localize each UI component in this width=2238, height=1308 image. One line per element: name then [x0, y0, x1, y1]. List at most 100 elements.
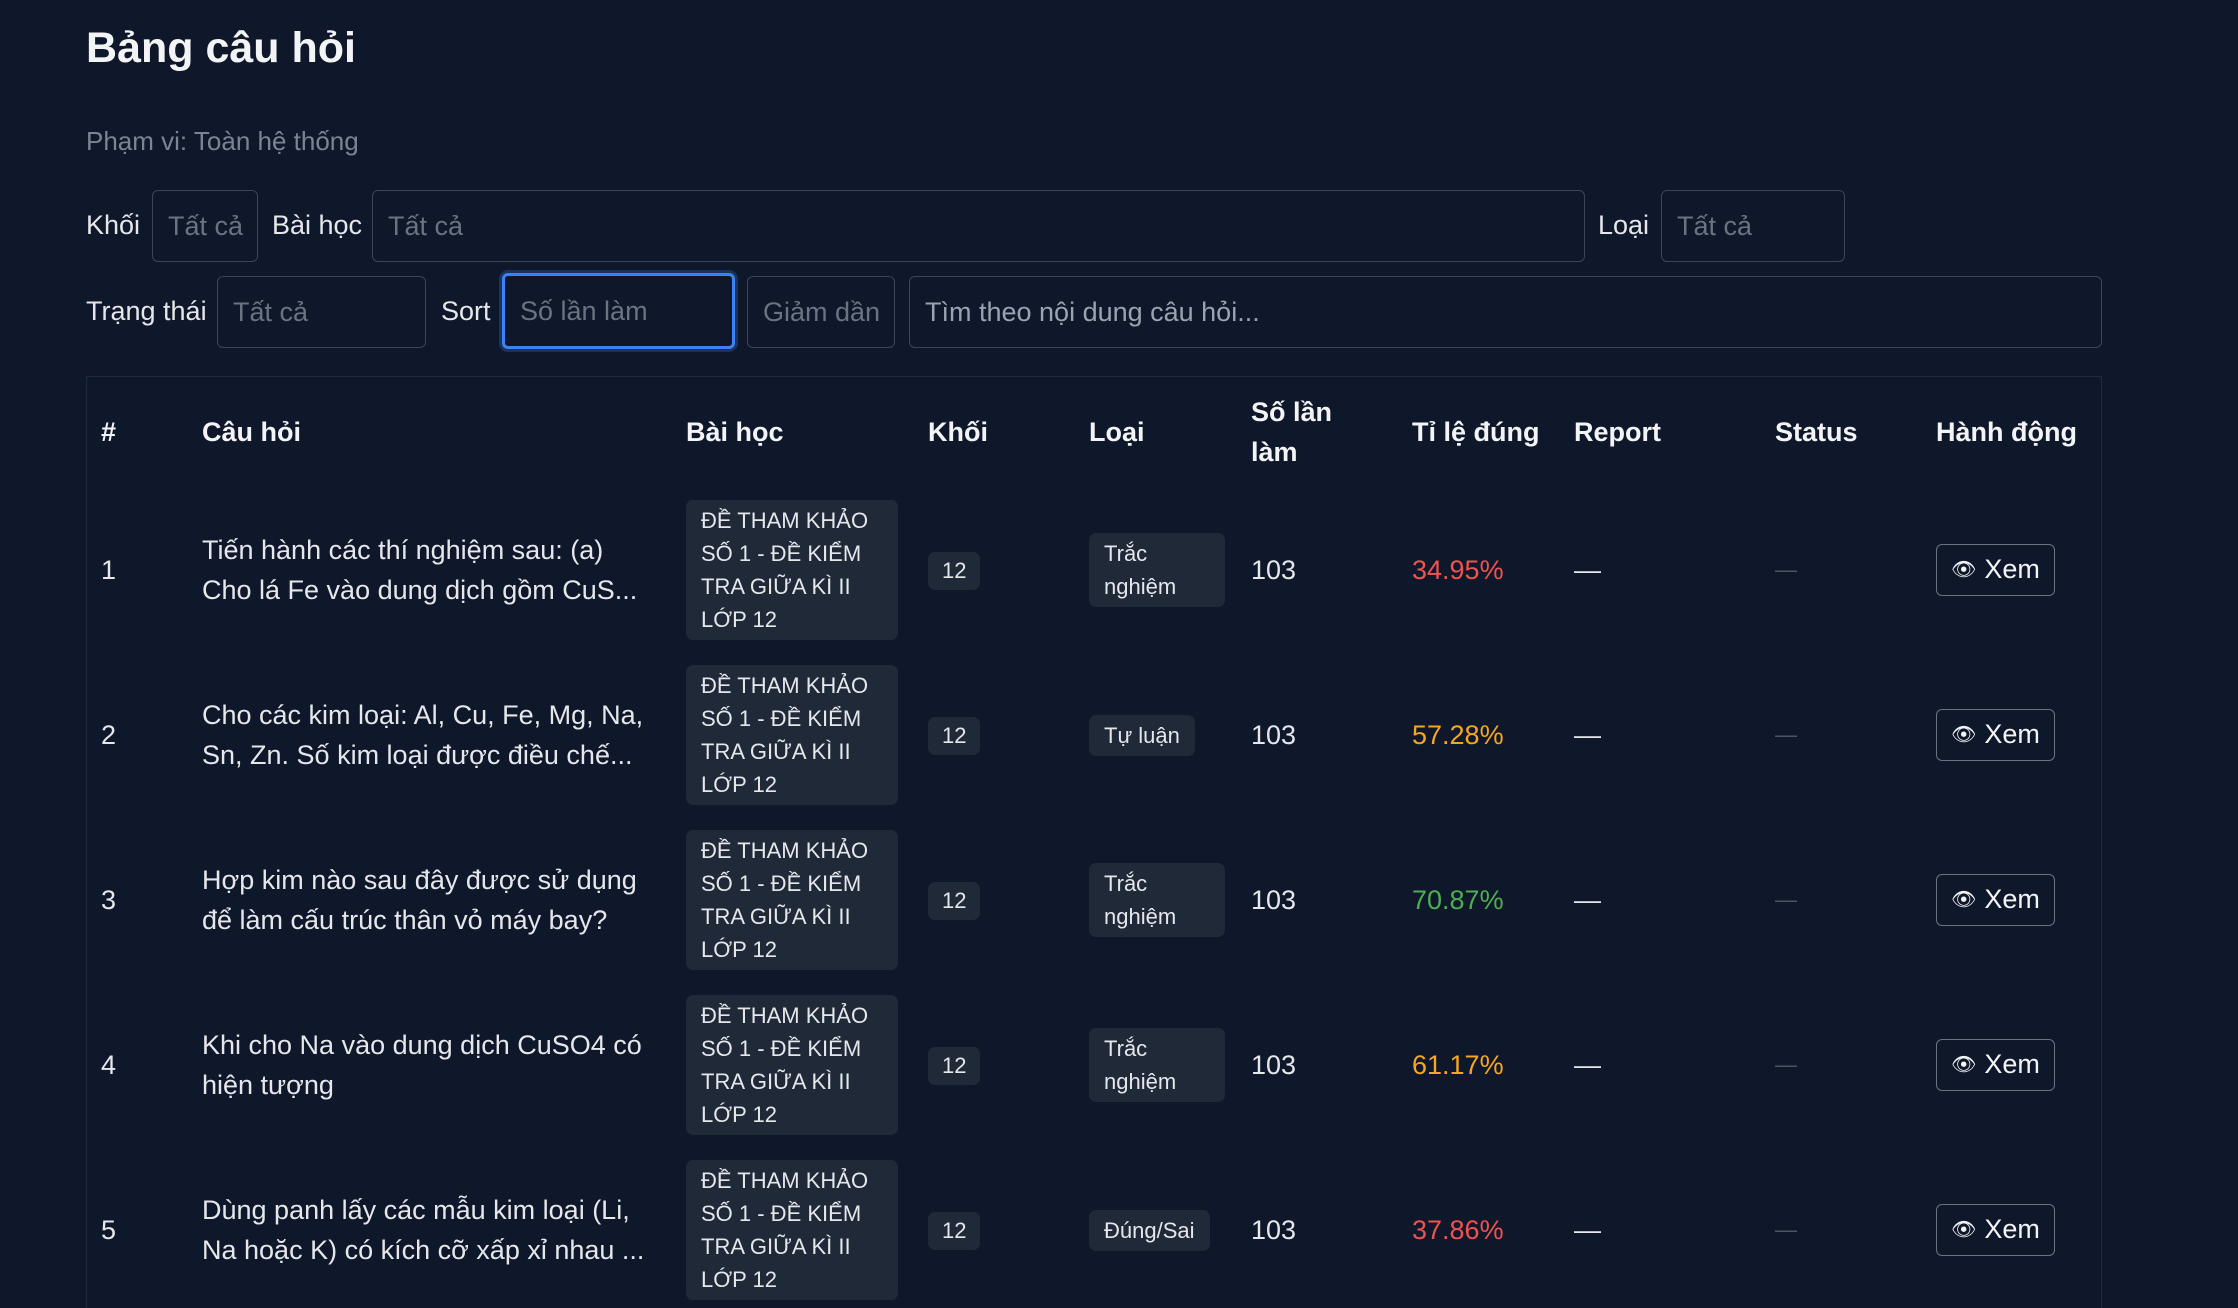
row-type: Trắc nghiệm	[1075, 487, 1237, 652]
sort-field-value: Số lần làm	[520, 295, 648, 326]
row-lesson: ĐỀ THAM KHẢO SỐ 1 - ĐỀ KIỂM TRA GIỮA KÌ …	[672, 487, 914, 652]
row-correct-rate: 61.17%	[1412, 1049, 1504, 1080]
table-row: 2 Cho các kim loại: Al, Cu, Fe, Mg, Na, …	[87, 652, 2103, 817]
row-type: Trắc nghiệm	[1075, 817, 1237, 982]
eye-icon: 👁	[1951, 1218, 1977, 1241]
grade-badge: 12	[928, 1212, 981, 1250]
row-attempts: 103	[1251, 884, 1297, 915]
view-button-label: Xem	[1984, 719, 2040, 749]
row-question[interactable]: Cho các kim loại: Al, Cu, Fe, Mg, Na, Sn…	[188, 652, 672, 817]
row-index: 2	[101, 719, 117, 750]
type-filter-value: Tất cả	[1677, 210, 1753, 241]
lesson-badge: ĐỀ THAM KHẢO SỐ 1 - ĐỀ KIỂM TRA GIỮA KÌ …	[686, 499, 898, 640]
header-question: Câu hỏi	[202, 417, 301, 447]
type-badge: Tự luận	[1089, 714, 1195, 756]
row-status: —	[1775, 556, 1797, 582]
sort-field-select[interactable]: Số lần làm	[502, 273, 735, 349]
row-correct-rate: 57.28%	[1412, 719, 1504, 750]
row-lesson: ĐỀ THAM KHẢO SỐ 1 - ĐỀ KIỂM TRA GIỮA KÌ …	[672, 1147, 914, 1308]
header-grade: Khối	[928, 417, 988, 447]
grade-filter-label: Khối	[86, 210, 141, 240]
view-button[interactable]: 👁 Xem	[1936, 1203, 2055, 1256]
row-index: 4	[101, 1049, 117, 1080]
row-correct-rate: 70.87%	[1412, 884, 1504, 915]
grade-badge: 12	[928, 1047, 981, 1085]
row-grade: 12	[914, 1147, 1075, 1308]
sort-order-select[interactable]: Giảm dần	[747, 276, 895, 348]
row-type: Đúng/Sai	[1075, 1147, 1237, 1308]
row-attempts: 103	[1251, 719, 1297, 750]
eye-icon: 👁	[1951, 1053, 1977, 1076]
eye-icon: 👁	[1951, 888, 1977, 911]
lesson-badge: ĐỀ THAM KHẢO SỐ 1 - ĐỀ KIỂM TRA GIỮA KÌ …	[686, 664, 898, 805]
row-question[interactable]: Dùng panh lấy các mẫu kim loại (Li, Na h…	[188, 1147, 672, 1308]
view-button[interactable]: 👁 Xem	[1936, 1038, 2055, 1091]
grade-filter-select[interactable]: Tất cả	[152, 190, 258, 262]
lesson-filter-value: Tất cả	[388, 210, 464, 241]
page-title: Bảng câu hỏi	[86, 24, 356, 72]
table-row: 5 Dùng panh lấy các mẫu kim loại (Li, Na…	[87, 1147, 2103, 1308]
view-button-label: Xem	[1984, 1214, 2040, 1244]
row-question[interactable]: Khi cho Na vào dung dịch CuSO4 có hiện t…	[188, 982, 672, 1147]
row-report: —	[1574, 554, 1601, 585]
status-filter-select[interactable]: Tất cả	[217, 276, 426, 348]
row-report: —	[1574, 884, 1601, 915]
view-button[interactable]: 👁 Xem	[1936, 543, 2055, 596]
type-badge: Trắc nghiệm	[1089, 532, 1225, 607]
row-report: —	[1574, 1214, 1601, 1245]
row-status: —	[1775, 1216, 1797, 1242]
header-type: Loại	[1089, 417, 1145, 447]
header-attempts-label: Số lần làm	[1251, 397, 1333, 467]
table-body: 1 Tiến hành các thí nghiệm sau: (a) Cho …	[87, 487, 2103, 1308]
type-badge: Trắc nghiệm	[1089, 862, 1225, 937]
row-attempts: 103	[1251, 1214, 1297, 1245]
type-filter-select[interactable]: Tất cả	[1661, 190, 1845, 262]
header-index: #	[101, 417, 117, 447]
lesson-filter-select[interactable]: Tất cả	[372, 190, 1585, 262]
row-report: —	[1574, 719, 1601, 750]
lesson-filter-label: Bài học	[272, 210, 363, 240]
row-grade: 12	[914, 982, 1075, 1147]
search-placeholder: Tìm theo nội dung câu hỏi...	[925, 296, 1260, 327]
row-report: —	[1574, 1049, 1601, 1080]
row-grade: 12	[914, 487, 1075, 652]
row-index: 3	[101, 884, 117, 915]
page: Bảng câu hỏi Phạm vi: Toàn hệ thống Khối…	[0, 0, 2238, 1308]
header-status: Status	[1775, 417, 1858, 447]
type-filter-label: Loại	[1598, 210, 1650, 240]
sort-order-value: Giảm dần	[763, 296, 881, 327]
row-actions: 👁 Xem	[1922, 982, 2103, 1147]
header-report: Report	[1574, 417, 1661, 447]
type-badge: Đúng/Sai	[1089, 1209, 1210, 1251]
search-input[interactable]: Tìm theo nội dung câu hỏi...	[909, 276, 2102, 348]
row-lesson: ĐỀ THAM KHẢO SỐ 1 - ĐỀ KIỂM TRA GIỮA KÌ …	[672, 982, 914, 1147]
questions-table: # Câu hỏi Bài học Khối Loại Số lần làm T…	[87, 377, 2103, 1308]
status-filter-value: Tất cả	[233, 296, 309, 327]
questions-table-container: # Câu hỏi Bài học Khối Loại Số lần làm T…	[86, 376, 2102, 1308]
view-button[interactable]: 👁 Xem	[1936, 873, 2055, 926]
table-header-row: # Câu hỏi Bài học Khối Loại Số lần làm T…	[87, 377, 2103, 487]
view-button[interactable]: 👁 Xem	[1936, 708, 2055, 761]
sort-label: Sort	[441, 296, 491, 326]
row-question[interactable]: Hợp kim nào sau đây được sử dụng để làm …	[188, 817, 672, 982]
row-type: Trắc nghiệm	[1075, 982, 1237, 1147]
row-question[interactable]: Tiến hành các thí nghiệm sau: (a) Cho lá…	[188, 487, 672, 652]
row-grade: 12	[914, 817, 1075, 982]
grade-badge: 12	[928, 717, 981, 755]
header-lesson: Bài học	[686, 417, 784, 447]
status-filter-label: Trạng thái	[86, 296, 207, 326]
row-status: —	[1775, 886, 1797, 912]
header-correct-rate: Tỉ lệ đúng	[1412, 417, 1540, 447]
row-actions: 👁 Xem	[1922, 817, 2103, 982]
row-correct-rate: 34.95%	[1412, 554, 1504, 585]
scope-text: Phạm vi: Toàn hệ thống	[86, 126, 359, 156]
lesson-badge: ĐỀ THAM KHẢO SỐ 1 - ĐỀ KIỂM TRA GIỮA KÌ …	[686, 829, 898, 970]
row-lesson: ĐỀ THAM KHẢO SỐ 1 - ĐỀ KIỂM TRA GIỮA KÌ …	[672, 652, 914, 817]
view-button-label: Xem	[1984, 884, 2040, 914]
grade-badge: 12	[928, 882, 981, 920]
header-actions: Hành động	[1936, 417, 2077, 447]
row-status: —	[1775, 1051, 1797, 1077]
eye-icon: 👁	[1951, 558, 1977, 581]
row-attempts: 103	[1251, 554, 1297, 585]
table-row: 3 Hợp kim nào sau đây được sử dụng để là…	[87, 817, 2103, 982]
